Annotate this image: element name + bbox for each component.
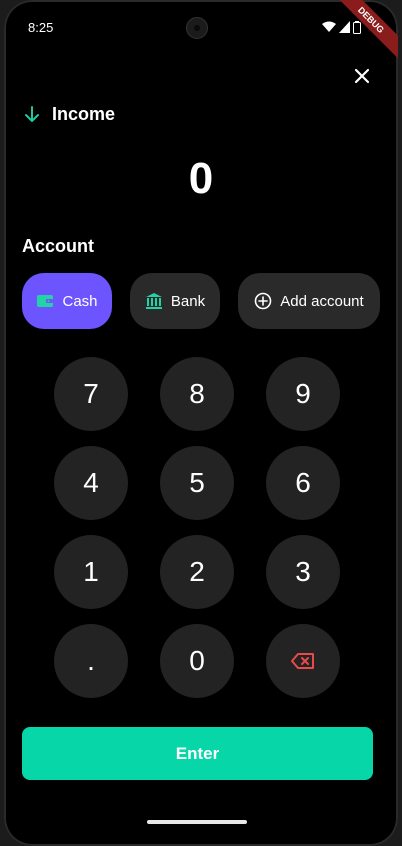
backspace-button[interactable] (266, 624, 340, 698)
amount-display: 0 (188, 154, 214, 203)
wallet-icon (37, 295, 54, 307)
app-screen: 8:25 DEBUG Income 0 Account Cash Bank Ad… (4, 0, 398, 846)
battery-icon (353, 20, 361, 34)
add-circle-icon (254, 292, 272, 310)
key-8[interactable]: 8 (160, 357, 234, 431)
account-section-title: Account (22, 236, 94, 256)
key-3[interactable]: 3 (266, 535, 340, 609)
key-2[interactable]: 2 (160, 535, 234, 609)
account-chips: Cash Bank Add account (22, 273, 380, 329)
account-chip-label: Bank (170, 292, 206, 310)
close-button[interactable] (350, 64, 374, 88)
status-time: 8:25 (28, 20, 54, 35)
account-chip-label: Add account (280, 292, 364, 310)
add-account-button[interactable]: Add account (238, 273, 380, 329)
wifi-icon (322, 21, 336, 32)
bank-icon (145, 293, 162, 309)
signal-icon (339, 21, 350, 33)
front-camera (186, 17, 208, 39)
page-title: Income (52, 103, 116, 124)
close-icon (354, 68, 370, 84)
system-icons (322, 20, 361, 34)
arrow-down-icon (25, 106, 39, 122)
account-chip-label: Cash (62, 292, 98, 310)
key-5[interactable]: 5 (160, 446, 234, 520)
key-4[interactable]: 4 (54, 446, 128, 520)
account-chip-cash[interactable]: Cash (22, 273, 112, 329)
key-9[interactable]: 9 (266, 357, 340, 431)
key-decimal[interactable]: . (54, 624, 128, 698)
key-7[interactable]: 7 (54, 357, 128, 431)
account-chip-bank[interactable]: Bank (130, 273, 220, 329)
key-1[interactable]: 1 (54, 535, 128, 609)
home-indicator (147, 820, 247, 824)
key-6[interactable]: 6 (266, 446, 340, 520)
enter-button[interactable]: Enter (22, 727, 373, 780)
backspace-icon (291, 653, 314, 669)
status-bar: 8:25 DEBUG (4, 0, 398, 65)
key-0[interactable]: 0 (160, 624, 234, 698)
transaction-type-header: Income (22, 100, 115, 128)
